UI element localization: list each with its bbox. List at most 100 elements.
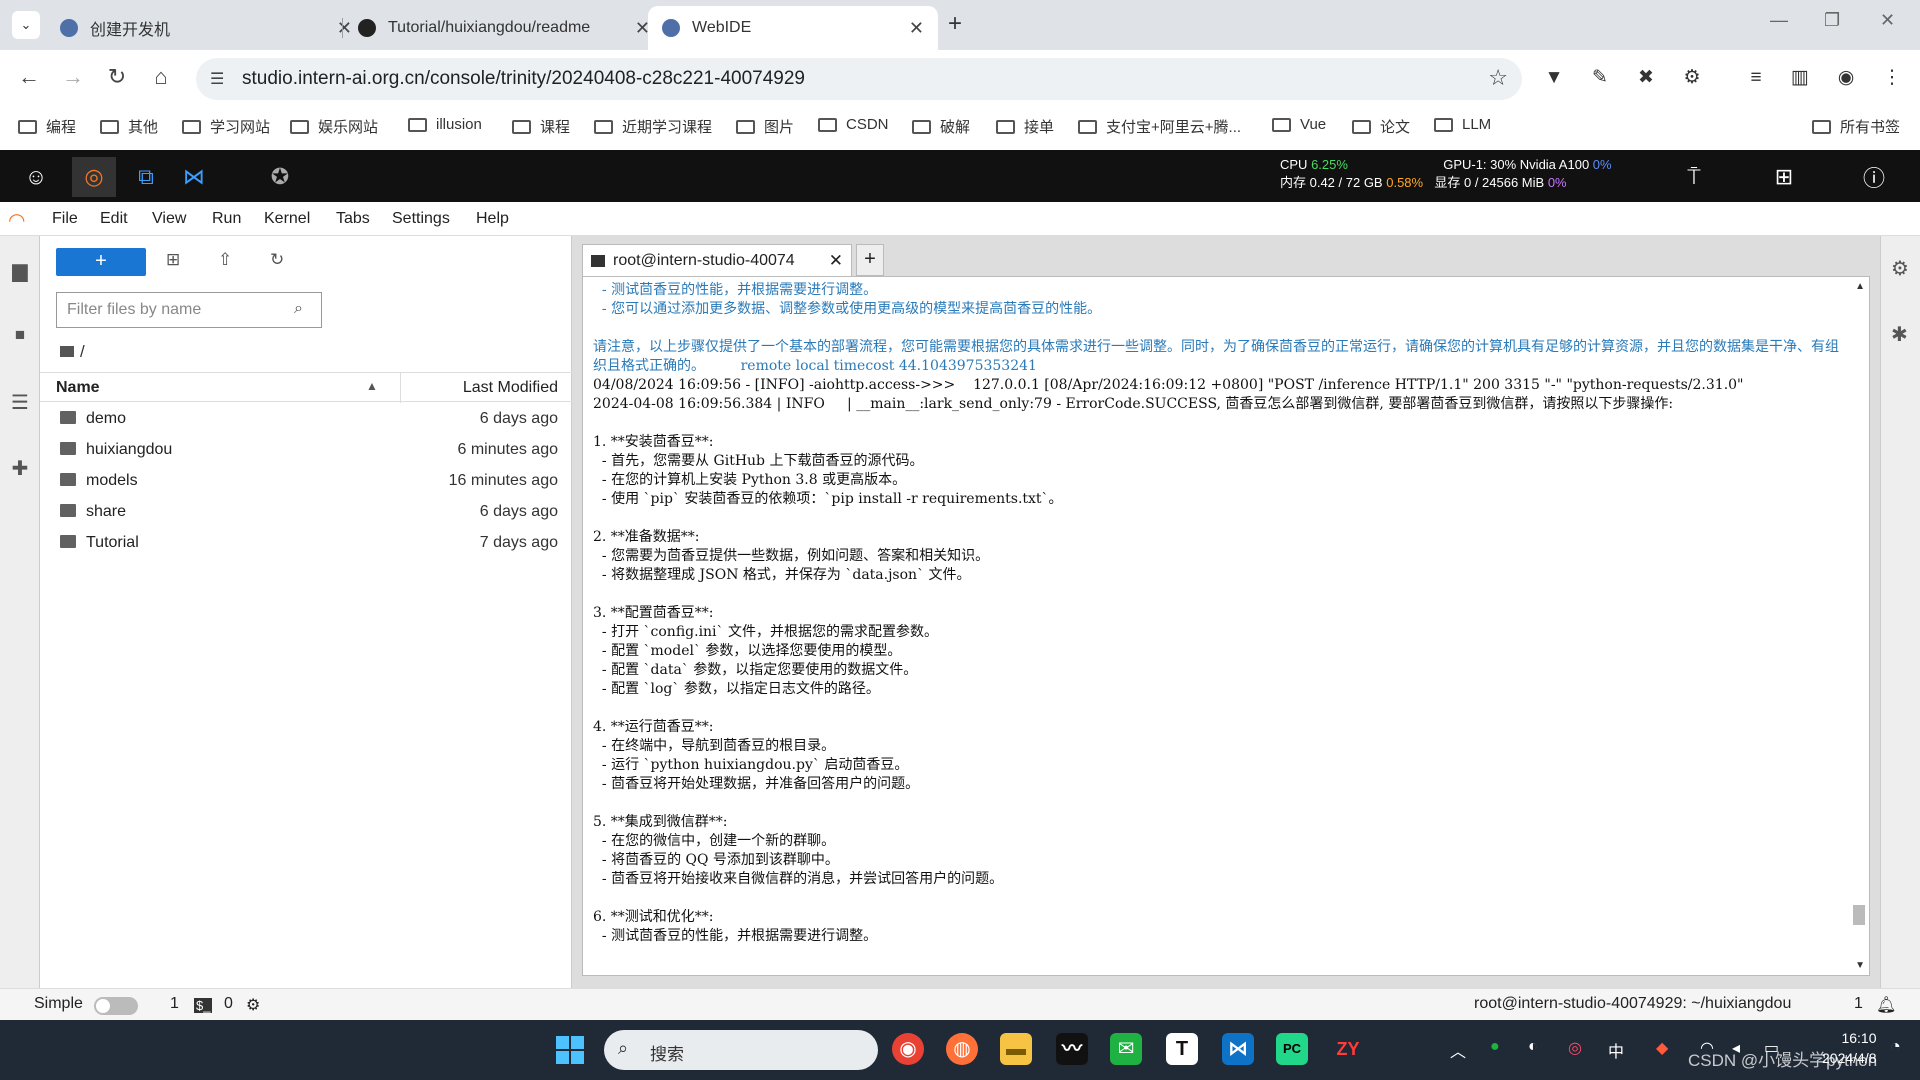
notification-center-icon[interactable]: ◔ xyxy=(1890,1036,1901,1057)
firefox-icon[interactable]: ◍ xyxy=(946,1033,978,1065)
column-last-modified[interactable]: Last Modified xyxy=(463,379,558,397)
menu-run[interactable]: Run xyxy=(212,210,241,228)
column-divider[interactable] xyxy=(400,373,401,403)
simple-mode-toggle[interactable] xyxy=(94,997,138,1015)
sort-asc-icon[interactable]: ▲ xyxy=(366,379,378,393)
menu-settings[interactable]: Settings xyxy=(392,210,450,228)
terminal-status-icon[interactable]: $_ xyxy=(194,998,213,1013)
scroll-down-arrow-icon[interactable]: ▼ xyxy=(1855,960,1865,971)
info-icon[interactable]: ⓘ xyxy=(1852,157,1896,197)
bookmark-folder[interactable]: 图片 xyxy=(736,116,794,137)
file-row-models[interactable]: models 16 minutes ago xyxy=(40,466,572,497)
file-explorer-icon[interactable]: ▬ xyxy=(1000,1033,1032,1065)
new-tab-plus-button[interactable]: + xyxy=(856,244,884,276)
bookmark-folder[interactable]: 破解 xyxy=(912,116,970,137)
omnibox[interactable]: ☰ studio.intern-ai.org.cn/console/trinit… xyxy=(196,58,1522,100)
upload-icon[interactable]: ⇧ xyxy=(218,250,232,270)
bookmark-folder[interactable]: 课程 xyxy=(512,116,570,137)
bookmark-folder[interactable]: 支付宝+阿里云+腾... xyxy=(1078,116,1241,137)
file-row-tutorial[interactable]: Tutorial 7 days ago xyxy=(40,528,572,559)
file-row-share[interactable]: share 6 days ago xyxy=(40,497,572,528)
back-arrow-icon[interactable]: ← xyxy=(14,64,44,90)
terminal-output[interactable]: - 测试茴香豆的性能，并根据需要进行调整。 - 您可以通过添加更多数据、调整参数… xyxy=(582,276,1870,976)
running-kernels-stop-icon[interactable]: ⏹ xyxy=(8,324,32,348)
table-of-contents-icon[interactable]: ☰ xyxy=(8,390,32,414)
code-server-icon[interactable]: ⧉ xyxy=(124,157,168,197)
file-row-demo[interactable]: demo 6 days ago xyxy=(40,404,572,435)
bookmark-folder[interactable]: illusion xyxy=(408,116,482,133)
tray-sogou-icon[interactable]: ◆ xyxy=(1656,1038,1668,1058)
reload-icon[interactable]: ↻ xyxy=(102,64,132,90)
extension-x-icon[interactable]: ✖ xyxy=(1634,66,1658,90)
home-icon[interactable]: ⌂ xyxy=(146,64,176,90)
minimize-icon[interactable]: — xyxy=(1770,10,1788,31)
bookmark-folder[interactable]: 编程 xyxy=(18,116,76,137)
scroll-up-arrow-icon[interactable]: ▲ xyxy=(1855,281,1865,292)
chrome-icon[interactable]: ◉ xyxy=(892,1033,924,1065)
reading-list-icon[interactable]: ≡ xyxy=(1744,66,1768,90)
intern-logo-icon[interactable]: ☺ xyxy=(14,157,58,197)
site-info-icon[interactable]: ☰ xyxy=(210,69,224,89)
kernel-gear-icon[interactable]: ⚙ xyxy=(246,995,260,1015)
compass-icon[interactable]: ✪ xyxy=(258,157,302,197)
bookmark-folder[interactable]: LLM xyxy=(1434,116,1491,133)
debugger-bug-icon[interactable]: ✱ xyxy=(1891,322,1908,347)
vscode-taskbar-icon[interactable]: ⋈ xyxy=(1222,1033,1254,1065)
close-window-icon[interactable]: ✕ xyxy=(1880,10,1895,31)
extension-edit-icon[interactable]: ✎ xyxy=(1588,66,1612,90)
breadcrumb[interactable]: / xyxy=(60,342,85,362)
bookmark-folder[interactable]: 娱乐网站 xyxy=(290,116,378,137)
browser-menu-icon[interactable]: ⋮ xyxy=(1880,66,1904,90)
menu-help[interactable]: Help xyxy=(476,210,509,228)
browser-tab-dev-machine[interactable]: 创建开发机 ✕ xyxy=(46,6,366,50)
tensorflow-icon[interactable]: ⍑ xyxy=(1672,157,1716,197)
browser-tab-webide[interactable]: WebIDE ✕ xyxy=(648,6,938,50)
bookmark-folder[interactable]: 接单 xyxy=(996,116,1054,137)
tray-wechat-icon[interactable]: ● xyxy=(1490,1038,1500,1056)
restore-icon[interactable]: ❐ xyxy=(1824,10,1840,31)
wechat-icon[interactable]: ✉ xyxy=(1110,1033,1142,1065)
bookmark-folder[interactable]: CSDN xyxy=(818,116,889,133)
tab-close-icon[interactable]: ✕ xyxy=(909,18,924,39)
extensions-puzzle-icon[interactable]: ⚙ xyxy=(1680,66,1704,90)
vscode-icon[interactable]: ⋈ xyxy=(172,157,216,197)
tab-search-button[interactable]: ⌄ xyxy=(12,11,40,39)
tray-chevron-icon[interactable]: ︿ xyxy=(1450,1038,1466,1062)
menu-file[interactable]: File xyxy=(52,210,78,228)
typora-icon[interactable]: T xyxy=(1166,1033,1198,1065)
menu-tabs[interactable]: Tabs xyxy=(336,210,370,228)
tab-close-icon[interactable]: ✕ xyxy=(829,251,843,271)
audio-app-icon[interactable]: 〰 xyxy=(1056,1033,1088,1065)
new-launcher-button[interactable]: + xyxy=(56,248,146,276)
all-bookmarks[interactable]: 所有书签 xyxy=(1812,116,1900,137)
profile-avatar-icon[interactable]: ◉ xyxy=(1834,66,1858,90)
menu-view[interactable]: View xyxy=(152,210,186,228)
image-settings-icon[interactable]: ⊞ xyxy=(1762,157,1806,197)
scrollbar-thumb[interactable] xyxy=(1853,905,1865,925)
bookmark-folder[interactable]: Vue xyxy=(1272,116,1326,133)
zy-app-icon[interactable]: ZY xyxy=(1332,1033,1364,1065)
tray-qq-icon[interactable]: ◐ xyxy=(1528,1038,1538,1056)
extensions-puzzle-icon[interactable]: ✚ xyxy=(8,456,32,480)
notification-bell-icon[interactable]: 🔔︎ xyxy=(1876,995,1896,1015)
bookmark-folder[interactable]: 近期学习课程 xyxy=(594,116,712,137)
forward-arrow-icon[interactable]: → xyxy=(58,64,88,90)
refresh-icon[interactable]: ↻ xyxy=(270,250,284,270)
windows-start-icon[interactable] xyxy=(556,1036,584,1064)
bookmark-folder[interactable]: 论文 xyxy=(1352,116,1410,137)
bookmark-folder[interactable]: 学习网站 xyxy=(182,116,270,137)
new-folder-icon[interactable]: ⊞ xyxy=(166,250,180,270)
menu-edit[interactable]: Edit xyxy=(100,210,128,228)
pycharm-icon[interactable]: PC xyxy=(1276,1033,1308,1065)
side-panel-icon[interactable]: ▥ xyxy=(1788,66,1812,90)
column-name[interactable]: Name xyxy=(56,379,100,397)
extension-vpn-icon[interactable]: ▼ xyxy=(1542,66,1566,90)
bookmark-folder[interactable]: 其他 xyxy=(100,116,158,137)
browser-tab-github[interactable]: Tutorial/huixiangdou/readme ✕ xyxy=(344,6,664,50)
taskbar-search[interactable]: ⌕ 搜索 xyxy=(604,1030,878,1070)
ime-indicator[interactable]: 中 xyxy=(1608,1038,1624,1062)
property-inspector-gears-icon[interactable]: ⚙ xyxy=(1891,256,1909,281)
file-browser-folder-icon[interactable]: ▆ xyxy=(8,258,32,282)
new-tab-button[interactable]: + xyxy=(948,10,962,38)
tray-netease-icon[interactable]: ◎ xyxy=(1568,1038,1582,1058)
